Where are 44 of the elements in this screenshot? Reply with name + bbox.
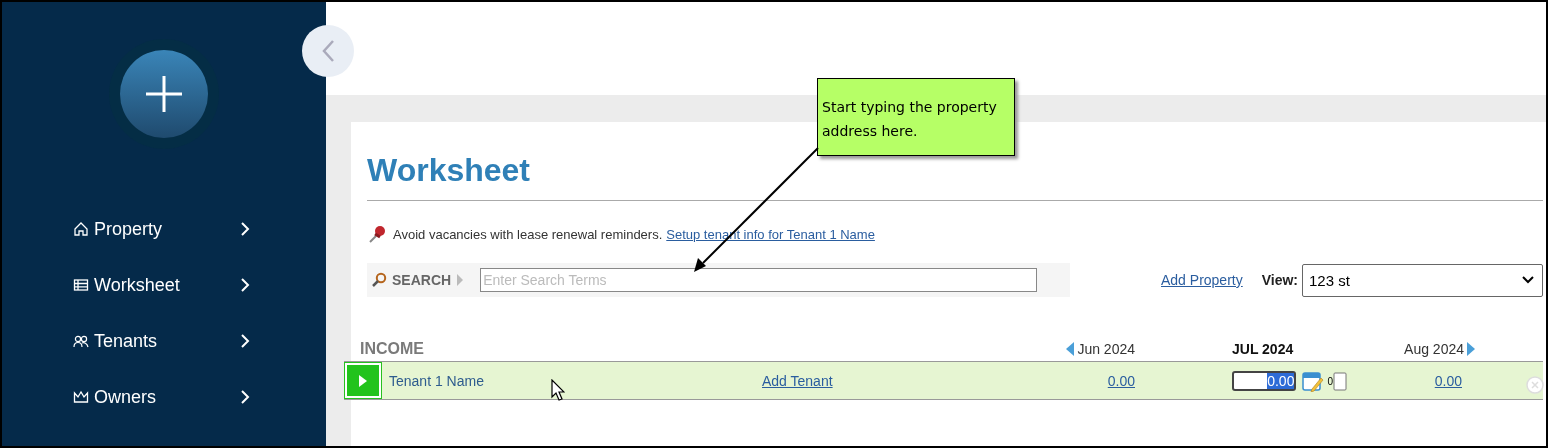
play-icon (358, 374, 368, 387)
collapse-sidebar-button[interactable] (302, 25, 354, 77)
amount-link[interactable]: 0.00 (1434, 372, 1462, 389)
amount-field[interactable]: 0.00 (1232, 370, 1297, 391)
month-heading: Jun 2024 (1077, 341, 1135, 357)
plus-icon (144, 74, 184, 114)
sidebar-item[interactable]: Property (2, 201, 326, 257)
add-tenant-link[interactable]: Add Tenant (762, 372, 1015, 389)
cursor-icon (551, 379, 565, 401)
month-heading: JUL 2024 (1232, 341, 1294, 357)
attachment-count[interactable]: 0 (1327, 375, 1333, 387)
people-icon (73, 333, 89, 349)
chevron-down-icon (1522, 276, 1535, 284)
next-month-icon[interactable] (1466, 342, 1475, 356)
chevron-right-icon (240, 333, 250, 349)
chevron-left-icon (321, 39, 335, 63)
search-label: SEARCH (392, 272, 452, 288)
add-property-link[interactable]: Add Property (1161, 272, 1243, 288)
document-icon[interactable] (1333, 370, 1347, 391)
income-heading: INCOME (359, 340, 425, 358)
chevron-right-icon (240, 389, 250, 405)
tip-text: Avoid vacancies with lease renewal reminders. (393, 226, 663, 242)
view-select[interactable]: 123 st (1302, 263, 1544, 297)
add-button[interactable] (120, 50, 208, 138)
chevron-right-icon (240, 277, 250, 293)
tenant-name[interactable]: Tenant 1 Name (382, 372, 762, 389)
crown-icon (73, 389, 89, 405)
table-icon (73, 277, 89, 293)
sidebar-item[interactable]: Worksheet (2, 257, 326, 313)
chevron-right-icon (240, 221, 250, 237)
previous-month-icon[interactable] (1066, 342, 1076, 356)
sidebar-item[interactable]: Tenants (2, 313, 326, 369)
callout-note: Start typing the property address here. (817, 78, 1015, 156)
calendar-edit-icon[interactable] (1302, 369, 1325, 392)
search-icon (371, 272, 387, 288)
amount-link[interactable]: 0.00 (1107, 372, 1135, 389)
expand-button[interactable] (344, 362, 382, 399)
sidebar-item[interactable]: Owners (2, 369, 326, 425)
search-field[interactable]: Enter Search Terms (480, 268, 1038, 292)
home-icon (73, 221, 89, 237)
page-title: Worksheet (367, 151, 530, 190)
month-heading: Aug 2024 (1404, 341, 1464, 357)
view-label: View: (1261, 272, 1299, 288)
triangle-right-icon (456, 273, 465, 287)
